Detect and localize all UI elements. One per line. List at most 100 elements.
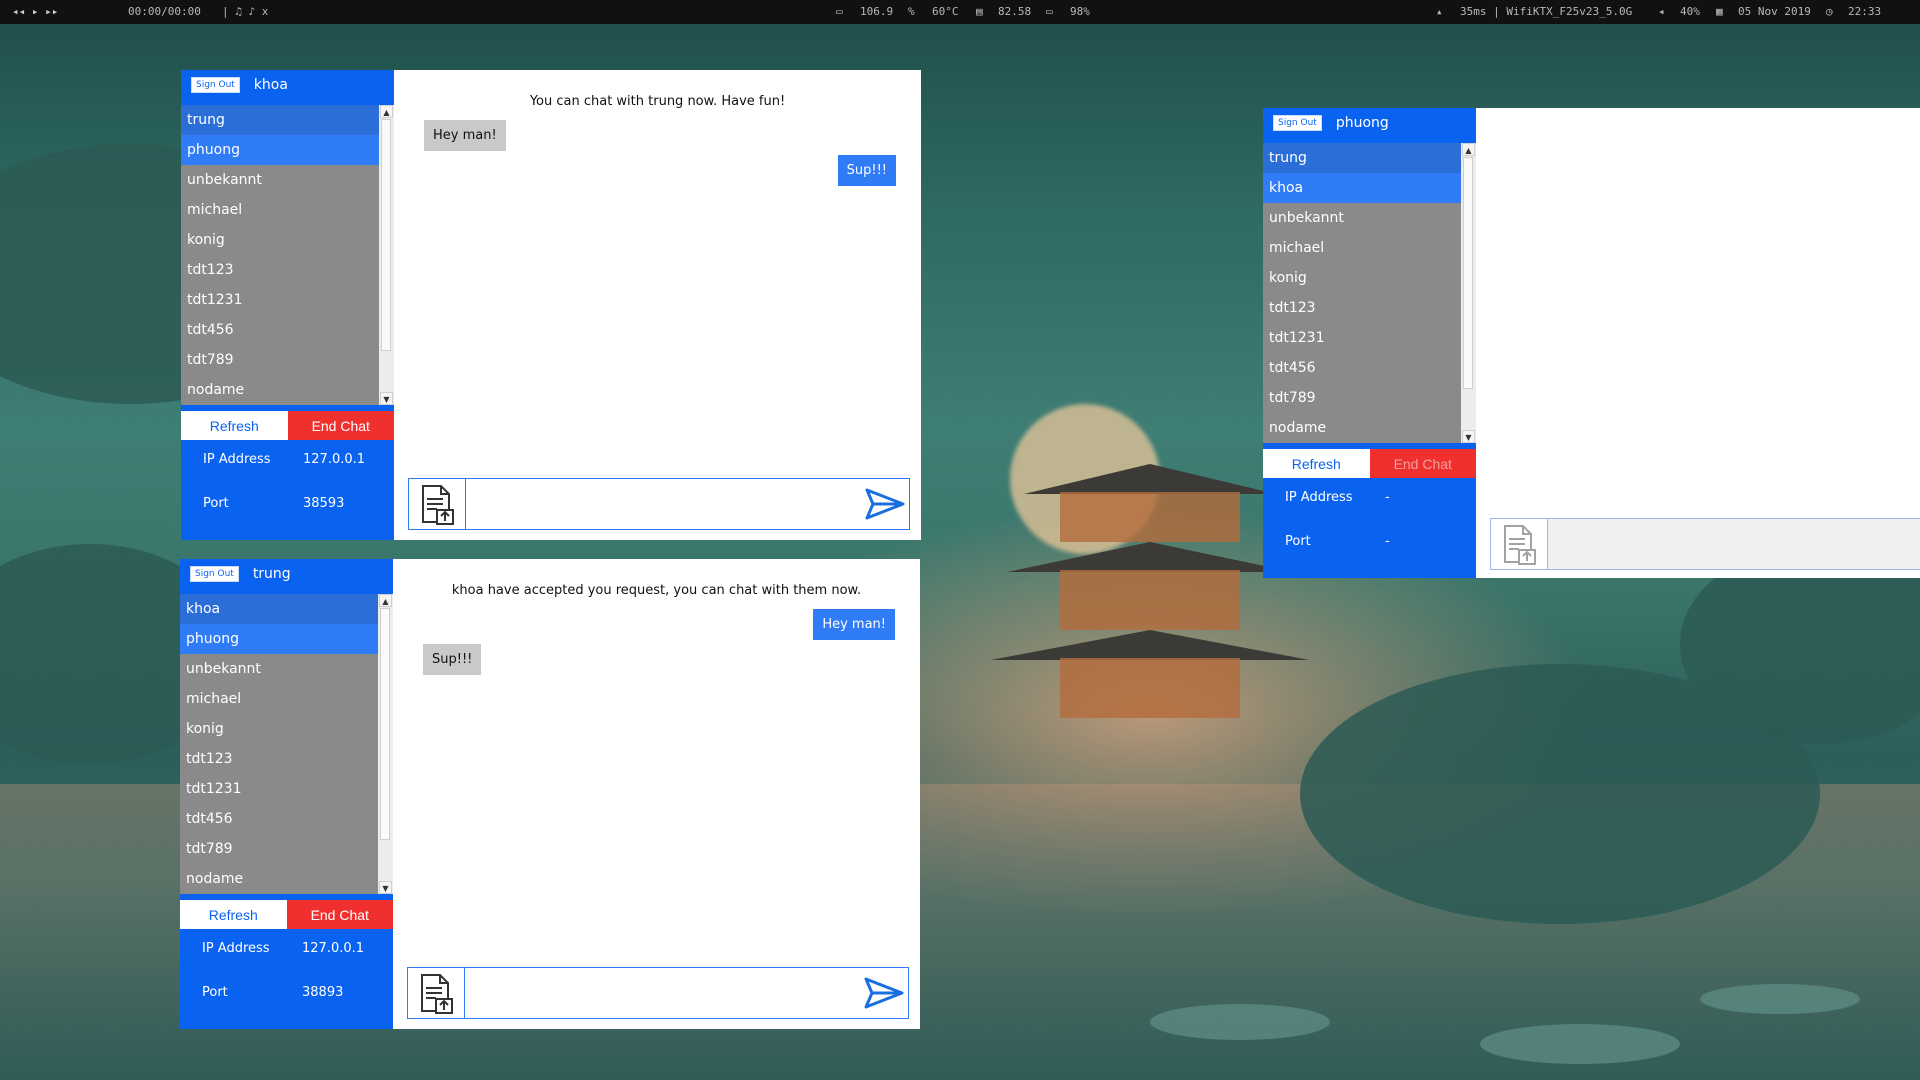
- send-icon[interactable]: [860, 968, 908, 1018]
- contact-item[interactable]: phuong: [180, 624, 378, 654]
- status-bar: ◂◂ ▸ ▸▸ 00:00/00:00 | ♫ ♪ x ▭ 106.9 % 60…: [0, 0, 1920, 24]
- date-value: 05 Nov 2019: [1738, 5, 1811, 18]
- refresh-button[interactable]: Refresh: [1263, 449, 1370, 478]
- message-composer: [407, 967, 909, 1019]
- contact-item[interactable]: michael: [181, 195, 379, 225]
- action-buttons: Refresh End Chat: [181, 411, 394, 440]
- percent-icon: %: [908, 5, 915, 18]
- contact-list-container: khoa phuong unbekannt michael konig tdt1…: [180, 594, 393, 894]
- contact-item[interactable]: michael: [180, 684, 378, 714]
- user-header: Sign Out trung: [180, 559, 393, 588]
- contact-list[interactable]: trung phuong unbekannt michael konig tdt…: [181, 105, 379, 405]
- scroll-up-icon[interactable]: ▲: [380, 105, 393, 118]
- contact-item[interactable]: tdt1231: [1263, 323, 1461, 353]
- end-chat-button[interactable]: End Chat: [286, 900, 393, 929]
- ip-value: 127.0.0.1: [303, 452, 366, 467]
- action-buttons: Refresh End Chat: [1263, 449, 1476, 478]
- send-icon[interactable]: [861, 479, 909, 529]
- attach-file-icon[interactable]: [409, 479, 466, 529]
- monitor-icon: ▭: [836, 5, 843, 18]
- message-composer: [1490, 518, 1920, 570]
- battery-value: 98%: [1070, 5, 1090, 18]
- connection-info: IP Address 127.0.0.1 Port 38893: [180, 929, 393, 1029]
- signal-icon: ▴: [1436, 5, 1443, 18]
- attach-file-icon[interactable]: [408, 968, 465, 1018]
- scroll-up-icon[interactable]: ▲: [379, 594, 392, 607]
- contact-scrollbar[interactable]: ▲ ▼: [378, 594, 393, 894]
- contact-item[interactable]: nodame: [181, 375, 379, 405]
- volume-value: 40%: [1680, 5, 1700, 18]
- contact-item[interactable]: konig: [181, 225, 379, 255]
- contact-item[interactable]: khoa: [180, 594, 378, 624]
- contact-item[interactable]: tdt456: [1263, 353, 1461, 383]
- contact-item[interactable]: tdt1231: [180, 774, 378, 804]
- user-header: Sign Out khoa: [181, 70, 394, 99]
- contact-item[interactable]: unbekannt: [1263, 203, 1461, 233]
- chat-window-trung: Sign Out trung khoa phuong unbekannt mic…: [180, 559, 920, 1029]
- sidebar: Sign Out trung khoa phuong unbekannt mic…: [180, 559, 393, 1029]
- scroll-up-icon[interactable]: ▲: [1462, 143, 1475, 156]
- contact-scrollbar[interactable]: ▲ ▼: [1461, 143, 1476, 443]
- contact-list[interactable]: trung khoa unbekannt michael konig tdt12…: [1263, 143, 1461, 443]
- port-label: Port: [1285, 534, 1311, 549]
- message-input[interactable]: [1548, 519, 1920, 569]
- sign-out-button[interactable]: Sign Out: [190, 565, 239, 582]
- contact-item[interactable]: tdt789: [181, 345, 379, 375]
- contact-list-container: trung phuong unbekannt michael konig tdt…: [181, 105, 394, 405]
- contact-item[interactable]: tdt456: [180, 804, 378, 834]
- scroll-down-icon[interactable]: ▼: [380, 392, 393, 405]
- contact-item[interactable]: nodame: [180, 864, 378, 894]
- message-bubble: Sup!!!: [423, 644, 482, 675]
- sign-out-button[interactable]: Sign Out: [191, 76, 240, 93]
- cpu-value: 106.9: [860, 5, 894, 18]
- end-chat-button[interactable]: End Chat: [1369, 449, 1476, 478]
- message-input[interactable]: [465, 968, 860, 1018]
- contact-item[interactable]: trung: [181, 105, 379, 135]
- port-value: 38593: [303, 496, 345, 511]
- contact-item[interactable]: tdt456: [181, 315, 379, 345]
- contact-item[interactable]: tdt123: [180, 744, 378, 774]
- contact-item[interactable]: unbekannt: [180, 654, 378, 684]
- contact-item[interactable]: tdt123: [181, 255, 379, 285]
- scroll-down-icon[interactable]: ▼: [1462, 430, 1475, 443]
- attach-file-icon[interactable]: [1491, 519, 1548, 569]
- contact-item[interactable]: konig: [1263, 263, 1461, 293]
- memory-icon: ▤: [976, 5, 983, 18]
- contact-item[interactable]: tdt789: [1263, 383, 1461, 413]
- username: trung: [252, 565, 291, 582]
- contact-item[interactable]: tdt1231: [181, 285, 379, 315]
- ip-value: 127.0.0.1: [302, 941, 365, 956]
- contact-item[interactable]: trung: [1263, 143, 1461, 173]
- chat-window-phuong: Sign Out phuong trung khoa unbekannt mic…: [1263, 108, 1920, 578]
- contact-item[interactable]: unbekannt: [181, 165, 379, 195]
- sign-out-button[interactable]: Sign Out: [1273, 114, 1322, 131]
- contact-item[interactable]: phuong: [181, 135, 379, 165]
- ip-label: IP Address: [203, 452, 271, 467]
- message-input[interactable]: [466, 479, 861, 529]
- contact-item[interactable]: nodame: [1263, 413, 1461, 443]
- contact-item[interactable]: tdt789: [180, 834, 378, 864]
- message-bubble: Hey man!: [424, 120, 506, 151]
- scroll-thumb[interactable]: [1463, 157, 1473, 389]
- ip-label: IP Address: [1285, 490, 1353, 505]
- calendar-icon: ▦: [1716, 5, 1723, 18]
- action-buttons: Refresh End Chat: [180, 900, 393, 929]
- message-bubble: Hey man!: [813, 609, 895, 640]
- scroll-thumb[interactable]: [380, 608, 390, 840]
- scroll-thumb[interactable]: [381, 119, 391, 351]
- end-chat-button[interactable]: End Chat: [287, 411, 394, 440]
- contact-item[interactable]: tdt123: [1263, 293, 1461, 323]
- contact-item[interactable]: khoa: [1263, 173, 1461, 203]
- temp-value: 60°C: [932, 5, 959, 18]
- contact-item[interactable]: konig: [180, 714, 378, 744]
- sidebar: Sign Out khoa trung phuong unbekannt mic…: [181, 70, 394, 540]
- contact-item[interactable]: michael: [1263, 233, 1461, 263]
- port-value: 38893: [302, 985, 344, 1000]
- scroll-down-icon[interactable]: ▼: [379, 881, 392, 894]
- refresh-button[interactable]: Refresh: [180, 900, 287, 929]
- contact-scrollbar[interactable]: ▲ ▼: [379, 105, 394, 405]
- connection-info: IP Address - Port -: [1263, 478, 1476, 578]
- contact-list[interactable]: khoa phuong unbekannt michael konig tdt1…: [180, 594, 378, 894]
- media-controls[interactable]: ◂◂ ▸ ▸▸: [12, 5, 58, 18]
- refresh-button[interactable]: Refresh: [181, 411, 288, 440]
